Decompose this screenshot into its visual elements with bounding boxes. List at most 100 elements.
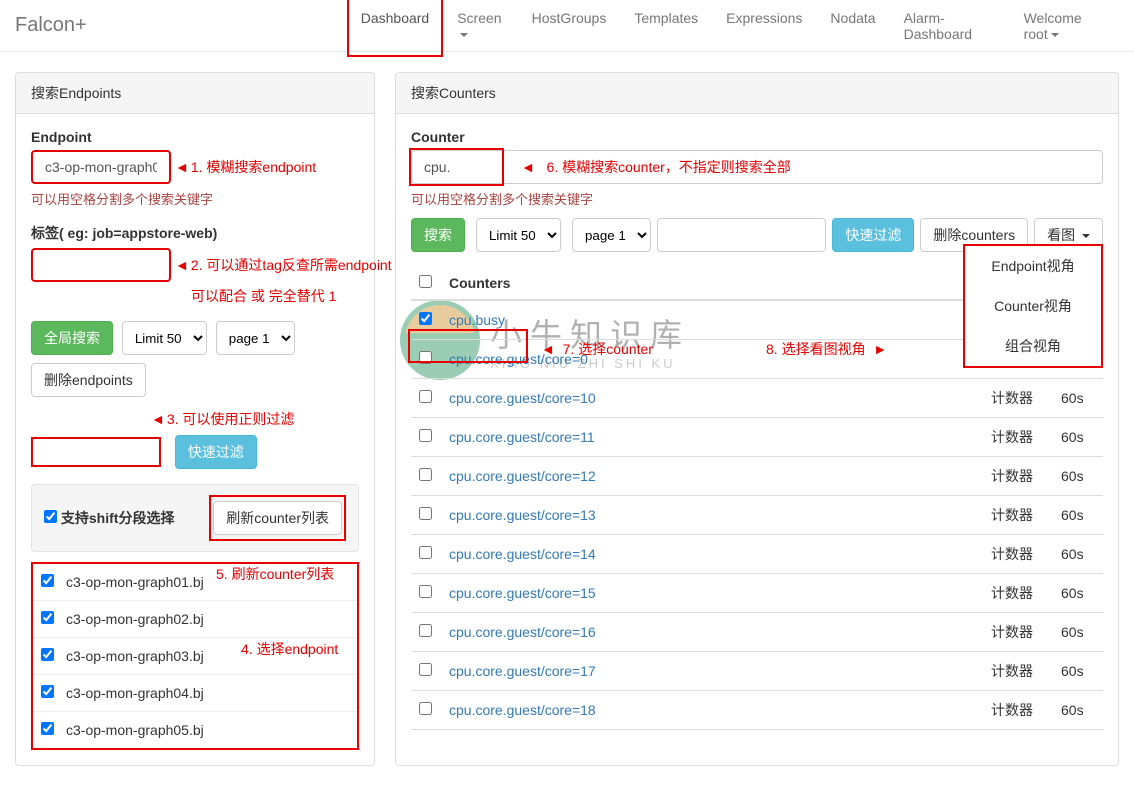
nav-alarm-dashboard[interactable]: Alarm-Dashboard	[890, 0, 1010, 57]
counter-help: 可以用空格分割多个搜索关键字	[411, 189, 1103, 208]
counters-header: Counters	[441, 267, 983, 300]
counter-link[interactable]: cpu.core.guest/core=17	[449, 663, 596, 679]
counter-checkbox[interactable]	[419, 468, 432, 481]
endpoint-checkbox[interactable]	[41, 685, 54, 698]
regex-filter-input[interactable]	[31, 437, 161, 467]
counter-label: Counter	[411, 129, 1103, 145]
refresh-counter-button[interactable]: 刷新counter列表	[213, 501, 342, 535]
counter-checkbox[interactable]	[419, 390, 432, 403]
annotation-2: 2. 可以通过tag反查所需endpoint	[175, 255, 392, 275]
select-all-checkbox[interactable]	[419, 275, 432, 288]
counter-limit-select[interactable]: Limit 50	[476, 218, 561, 252]
counter-link[interactable]: cpu.core.guest/core=15	[449, 585, 596, 601]
counter-filter-input[interactable]	[657, 218, 826, 252]
counter-link[interactable]: cpu.core.guest/core=14	[449, 546, 596, 562]
counter-checkbox[interactable]	[419, 351, 432, 364]
nav-nodata[interactable]: Nodata	[816, 0, 889, 57]
tags-input[interactable]	[31, 248, 171, 282]
counter-type: 计数器	[983, 691, 1053, 730]
nav-hostgroups[interactable]: HostGroups	[518, 0, 621, 57]
global-search-button[interactable]: 全局搜索	[31, 321, 113, 355]
nav-welcome[interactable]: Welcome root	[1010, 0, 1119, 57]
counter-type: 计数器	[983, 418, 1053, 457]
chevron-down-icon	[460, 33, 468, 37]
endpoint-input[interactable]	[31, 150, 171, 184]
shift-select-bar: 支持shift分段选择 刷新counter列表	[31, 484, 359, 552]
annotation-2b: 可以配合 或 完全替代 1	[191, 286, 359, 306]
table-row: cpu.core.guest/core=16 计数器 60s	[411, 613, 1103, 652]
annotation-3: 3. 可以使用正则过滤	[151, 409, 359, 429]
nav-expressions[interactable]: Expressions	[712, 0, 816, 57]
counter-checkbox[interactable]	[419, 624, 432, 637]
counter-link[interactable]: cpu.core.guest/core=12	[449, 468, 596, 484]
counter-type: 计数器	[983, 652, 1053, 691]
limit-select[interactable]: Limit 50	[122, 321, 207, 355]
counter-page-select[interactable]: page 1	[572, 218, 651, 252]
search-button[interactable]: 搜索	[411, 218, 465, 252]
nav-dashboard[interactable]: Dashboard	[347, 0, 444, 57]
table-row: cpu.core.guest/core=17 计数器 60s	[411, 652, 1103, 691]
counter-type: 计数器	[983, 535, 1053, 574]
list-item[interactable]: c3-op-mon-graph04.bj	[33, 675, 357, 712]
view-counter-option[interactable]: Counter视角	[965, 286, 1101, 326]
counter-link[interactable]: cpu.busy	[449, 312, 505, 328]
view-endpoint-option[interactable]: Endpoint视角	[965, 246, 1101, 286]
table-row: cpu.core.guest/core=15 计数器 60s	[411, 574, 1103, 613]
delete-endpoints-button[interactable]: 删除endpoints	[31, 363, 146, 397]
endpoint-checkbox[interactable]	[41, 611, 54, 624]
counter-checkbox[interactable]	[419, 429, 432, 442]
tags-label: 标签( eg: job=appstore-web)	[31, 223, 359, 243]
endpoints-panel: 搜索Endpoints Endpoint 1. 模糊搜索endpoint 可以用…	[15, 72, 375, 766]
nav-menu: Dashboard Screen HostGroups Templates Ex…	[347, 0, 1119, 57]
quick-filter-button[interactable]: 快速过滤	[175, 435, 257, 469]
counter-step: 60s	[1053, 496, 1103, 535]
nav-screen[interactable]: Screen	[443, 0, 517, 57]
endpoint-checkbox[interactable]	[41, 722, 54, 735]
annotation-8: 8. 选择看图视角 ►	[766, 339, 887, 359]
endpoint-checkbox[interactable]	[41, 574, 54, 587]
brand: Falcon+	[15, 14, 127, 37]
view-dropdown: Endpoint视角 Counter视角 组合视角	[963, 244, 1103, 368]
table-row: cpu.core.guest/core=11 计数器 60s	[411, 418, 1103, 457]
counter-link[interactable]: cpu.core.guest/core=13	[449, 507, 596, 523]
counters-panel-title: 搜索Counters	[396, 73, 1118, 114]
endpoints-panel-title: 搜索Endpoints	[16, 73, 374, 114]
list-item[interactable]: c3-op-mon-graph05.bj	[33, 712, 357, 748]
counter-step: 60s	[1053, 574, 1103, 613]
chevron-down-icon	[1082, 234, 1090, 238]
counter-checkbox[interactable]	[419, 663, 432, 676]
counter-checkbox[interactable]	[419, 546, 432, 559]
counter-type: 计数器	[983, 574, 1053, 613]
counter-checkbox[interactable]	[419, 585, 432, 598]
shift-select-checkbox[interactable]	[44, 510, 57, 523]
table-row: cpu.core.guest/core=18 计数器 60s	[411, 691, 1103, 730]
counter-checkbox[interactable]	[419, 312, 432, 325]
counter-type: 计数器	[983, 379, 1053, 418]
counter-link[interactable]: cpu.core.guest/core=10	[449, 390, 596, 406]
annotation-7: ◄ 7. 选择counter	[541, 339, 653, 359]
counter-step: 60s	[1053, 652, 1103, 691]
list-item[interactable]: c3-op-mon-graph02.bj	[33, 601, 357, 638]
counter-step: 60s	[1053, 535, 1103, 574]
chevron-down-icon	[1051, 33, 1059, 37]
counter-quick-filter-button[interactable]: 快速过滤	[832, 218, 914, 252]
counter-link[interactable]: cpu.core.guest/core=16	[449, 624, 596, 640]
navbar: Falcon+ Dashboard Screen HostGroups Temp…	[0, 0, 1134, 52]
endpoint-checkbox[interactable]	[41, 648, 54, 661]
counter-type: 计数器	[983, 496, 1053, 535]
view-combined-option[interactable]: 组合视角	[965, 326, 1101, 366]
counter-step: 60s	[1053, 457, 1103, 496]
counter-step: 60s	[1053, 418, 1103, 457]
counter-checkbox[interactable]	[419, 702, 432, 715]
counter-link[interactable]: cpu.core.guest/core=18	[449, 702, 596, 718]
counter-checkbox[interactable]	[419, 507, 432, 520]
annotation-1: 1. 模糊搜索endpoint	[175, 157, 316, 177]
counter-link[interactable]: cpu.core.guest/core=11	[449, 429, 595, 445]
nav-templates[interactable]: Templates	[620, 0, 712, 57]
counters-panel: 搜索Counters Counter ◄ 6. 模糊搜索counter，不指定则…	[395, 72, 1119, 766]
table-row: cpu.core.guest/core=13 计数器 60s	[411, 496, 1103, 535]
counter-step: 60s	[1053, 691, 1103, 730]
counter-type: 计数器	[983, 613, 1053, 652]
page-select[interactable]: page 1	[216, 321, 295, 355]
annotation-5: 5. 刷新counter列表	[216, 564, 334, 584]
